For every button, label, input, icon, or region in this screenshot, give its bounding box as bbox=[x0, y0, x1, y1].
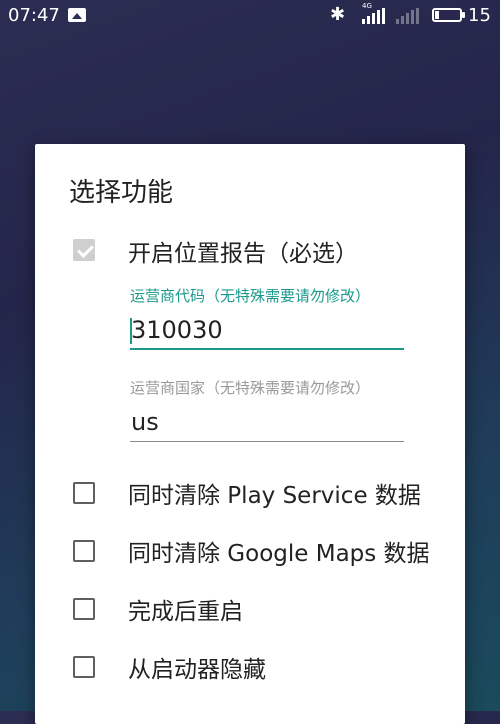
reboot-after-checkbox[interactable] bbox=[73, 598, 95, 620]
reboot-after-label: 完成后重启 bbox=[128, 599, 243, 625]
reboot-after-option[interactable]: 完成后重启 bbox=[35, 587, 465, 631]
hide-from-launcher-label: 从启动器隐藏 bbox=[128, 657, 266, 683]
dialog-title: 选择功能 bbox=[69, 178, 174, 208]
signal-strength-2-icon bbox=[396, 8, 419, 24]
carrier-code-label: 运营商代码（无特殊需要请勿修改） bbox=[130, 287, 371, 305]
carrier-country-field: 运营商国家（无特殊需要请勿修改） us bbox=[130, 377, 404, 442]
carrier-code-value: 310030 bbox=[131, 316, 223, 344]
carrier-country-label: 运营商国家（无特殊需要请勿修改） bbox=[130, 379, 371, 397]
clear-google-maps-label: 同时清除 Google Maps 数据 bbox=[128, 541, 430, 567]
hide-from-launcher-checkbox[interactable] bbox=[73, 656, 95, 678]
carrier-country-value: us bbox=[131, 408, 159, 436]
clear-play-service-label: 同时清除 Play Service 数据 bbox=[128, 483, 421, 509]
clear-play-service-option[interactable]: 同时清除 Play Service 数据 bbox=[35, 471, 465, 515]
text-cursor bbox=[130, 318, 132, 344]
status-bar: 07:47 ✱ 4G 15 bbox=[0, 0, 500, 32]
location-report-checkbox[interactable] bbox=[73, 239, 95, 261]
location-report-option[interactable]: 开启位置报告（必选） bbox=[35, 228, 465, 272]
location-report-label: 开启位置报告（必选） bbox=[128, 241, 358, 267]
carrier-code-field: 运营商代码（无特殊需要请勿修改） 310030 bbox=[130, 285, 404, 350]
battery-level bbox=[435, 11, 439, 19]
carrier-country-input[interactable]: us bbox=[130, 408, 404, 442]
status-time: 07:47 bbox=[8, 5, 60, 26]
select-function-dialog: 选择功能 开启位置报告（必选） 运营商代码（无特殊需要请勿修改） 310030 … bbox=[35, 144, 465, 724]
clear-google-maps-option[interactable]: 同时清除 Google Maps 数据 bbox=[35, 529, 465, 573]
image-notification-icon bbox=[68, 8, 86, 22]
hide-from-launcher-option[interactable]: 从启动器隐藏 bbox=[35, 645, 465, 689]
battery-icon bbox=[432, 8, 465, 22]
clear-play-service-checkbox[interactable] bbox=[73, 482, 95, 504]
clear-google-maps-checkbox[interactable] bbox=[73, 540, 95, 562]
battery-percent: 15 bbox=[468, 5, 491, 26]
bluetooth-icon: ✱ bbox=[330, 4, 346, 25]
signal-strength-icon bbox=[362, 8, 385, 24]
carrier-code-input[interactable]: 310030 bbox=[130, 316, 404, 350]
